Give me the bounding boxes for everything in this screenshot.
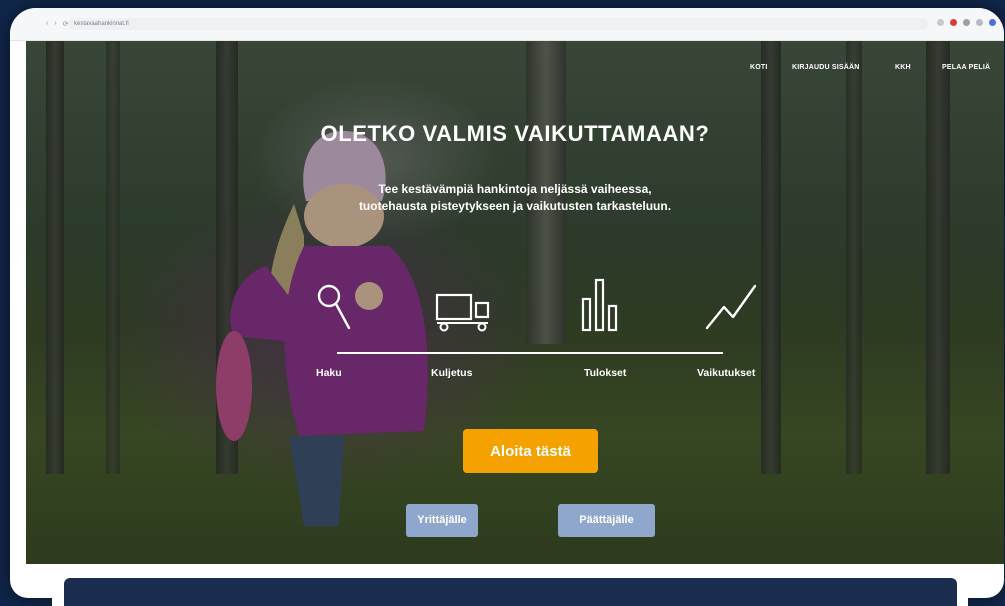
step-label-transport: Kuljetus — [431, 367, 473, 379]
nav-home[interactable]: KOTI — [750, 64, 768, 71]
hero-subtitle: Tee kestävämpiä hankintoja neljässä vaih… — [26, 181, 1004, 215]
truck-icon — [435, 293, 490, 332]
laptop-frame: ‹ › ⟳ kestavaahankinnat.fi KOTI KIRJAUDU… — [10, 8, 1004, 598]
step-label-search: Haku — [316, 367, 342, 379]
browser-toolbar: ‹ › ⟳ kestavaahankinnat.fi — [10, 8, 1004, 41]
decision-maker-button[interactable]: Päättäjälle — [558, 504, 655, 537]
steps-timeline — [337, 352, 723, 354]
hero-section: KOTI KIRJAUDU SISÄÄN KKH PELAA PELIÄ OLE… — [26, 41, 1004, 564]
extension-icon-red[interactable] — [950, 19, 957, 26]
bar-chart-icon — [581, 278, 618, 332]
back-icon[interactable]: ‹ — [46, 20, 48, 28]
start-button[interactable]: Aloita tästä — [463, 429, 598, 473]
hero-title: OLETKO VALMIS VAIKUTTAMAAN? — [320, 121, 710, 146]
extension-icon-grey[interactable] — [963, 19, 970, 26]
hero-subtitle-line: Tee kestävämpiä hankintoja neljässä vaih… — [378, 182, 652, 196]
browser-nav: ‹ › ⟳ — [46, 20, 69, 28]
address-bar[interactable]: kestavaahankinnat.fi — [68, 18, 928, 30]
magnifier-icon — [317, 284, 351, 330]
entrepreneur-button[interactable]: Yrittäjälle — [406, 504, 478, 537]
star-icon[interactable] — [937, 19, 944, 26]
background-overlay — [26, 41, 1004, 564]
step-label-impacts: Vaikutukset — [697, 367, 756, 379]
bottom-panel — [64, 578, 957, 606]
nav-play-game[interactable]: PELAA PELIÄ — [942, 64, 990, 71]
nav-kkh[interactable]: KKH — [895, 64, 911, 71]
forward-icon[interactable]: › — [54, 20, 56, 28]
profile-avatar[interactable] — [989, 19, 996, 26]
step-label-results: Tulokset — [584, 367, 627, 379]
trend-line-icon — [705, 284, 757, 330]
browser-extensions — [937, 19, 996, 26]
nav-login[interactable]: KIRJAUDU SISÄÄN — [792, 64, 860, 71]
puzzle-icon[interactable] — [976, 19, 983, 26]
hero-subtitle-line: tuotehausta pisteytykseen ja vaikutusten… — [358, 199, 672, 213]
